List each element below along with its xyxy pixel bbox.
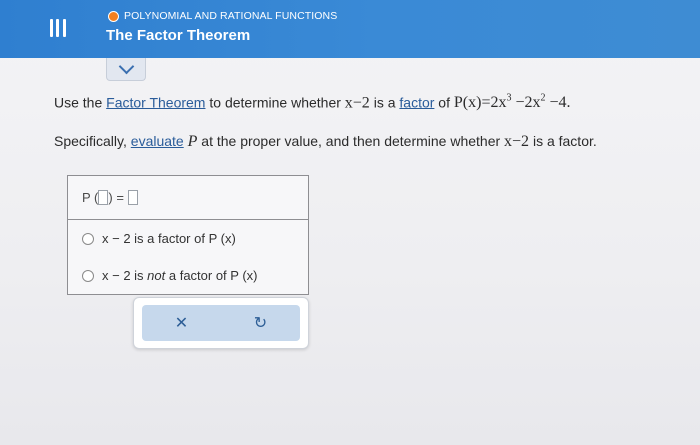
factor-theorem-link[interactable]: Factor Theorem xyxy=(106,94,205,110)
progress-dot-icon xyxy=(108,10,119,22)
eq-p-label: P ( xyxy=(82,190,99,205)
poly-term-1: =2x xyxy=(481,94,507,112)
radio-not-factor[interactable] xyxy=(82,269,94,282)
option-is-factor[interactable]: x − 2 is a factor of P (x) xyxy=(68,220,308,257)
polynomial-expression: P(x)=2x3 −2x2 −4. xyxy=(453,93,571,112)
menu-button[interactable] xyxy=(30,0,85,58)
clear-button[interactable]: ✕ xyxy=(142,305,221,341)
menu-icon xyxy=(49,19,66,39)
q2-text-1: Specifically, xyxy=(54,133,131,149)
question-line-1: Use the Factor Theorem to determine whet… xyxy=(54,93,571,112)
action-buttons: ✕ ↻ xyxy=(142,305,300,341)
reset-button[interactable]: ↻ xyxy=(221,305,300,341)
collapse-toggle[interactable] xyxy=(106,58,146,81)
page-title: The Factor Theorem xyxy=(106,27,251,44)
topic-label: POLYNOMIAL AND RATIONAL FUNCTIONS xyxy=(124,10,338,22)
evaluation-row: P ( ) = xyxy=(68,176,308,220)
q1-text-3: is a xyxy=(369,94,400,111)
divisor-expression-2: x−2 xyxy=(504,133,530,150)
radio-is-factor[interactable] xyxy=(82,232,94,245)
p-symbol: P xyxy=(187,133,198,150)
option-not-factor-label-a: x − 2 is xyxy=(102,268,148,283)
factor-link[interactable]: factor xyxy=(399,94,434,110)
q2-text-2: at the proper value, and then determine … xyxy=(197,133,505,149)
q1-text-2: to determine whether xyxy=(205,94,345,111)
divisor-expression: x−2 xyxy=(344,94,370,112)
poly-lhs: P(x) xyxy=(453,94,482,112)
topic-row: POLYNOMIAL AND RATIONAL FUNCTIONS xyxy=(108,10,337,22)
header-bar: POLYNOMIAL AND RATIONAL FUNCTIONS The Fa… xyxy=(0,0,700,58)
close-icon: ✕ xyxy=(174,315,189,332)
question-line-2: Specifically, evaluate P at the proper v… xyxy=(54,133,597,151)
action-panel: ✕ ↻ xyxy=(133,297,309,349)
option-not-factor[interactable]: x − 2 is not a factor of P (x) xyxy=(68,257,308,294)
option-is-factor-label: x − 2 is a factor of P (x) xyxy=(102,231,236,246)
page: POLYNOMIAL AND RATIONAL FUNCTIONS The Fa… xyxy=(0,0,700,445)
chevron-down-icon xyxy=(118,58,134,74)
option-not-factor-label-not: not xyxy=(147,268,166,283)
eq-equals-label: ) = xyxy=(108,190,128,205)
q1-text-4: of xyxy=(434,94,454,111)
answer-box: P ( ) = x − 2 is a factor of P (x) x − 2… xyxy=(67,175,309,295)
input-value-field[interactable] xyxy=(98,190,109,205)
evaluate-link[interactable]: evaluate xyxy=(131,133,184,149)
poly-term-2: −2x xyxy=(511,94,541,112)
undo-icon: ↻ xyxy=(253,315,268,332)
q1-text-1: Use the xyxy=(54,94,107,111)
option-not-factor-label-b: a factor of P (x) xyxy=(165,268,258,283)
q2-text-3: is a factor. xyxy=(529,133,597,149)
input-result-field[interactable] xyxy=(127,190,138,205)
poly-term-3: −4. xyxy=(545,94,571,112)
